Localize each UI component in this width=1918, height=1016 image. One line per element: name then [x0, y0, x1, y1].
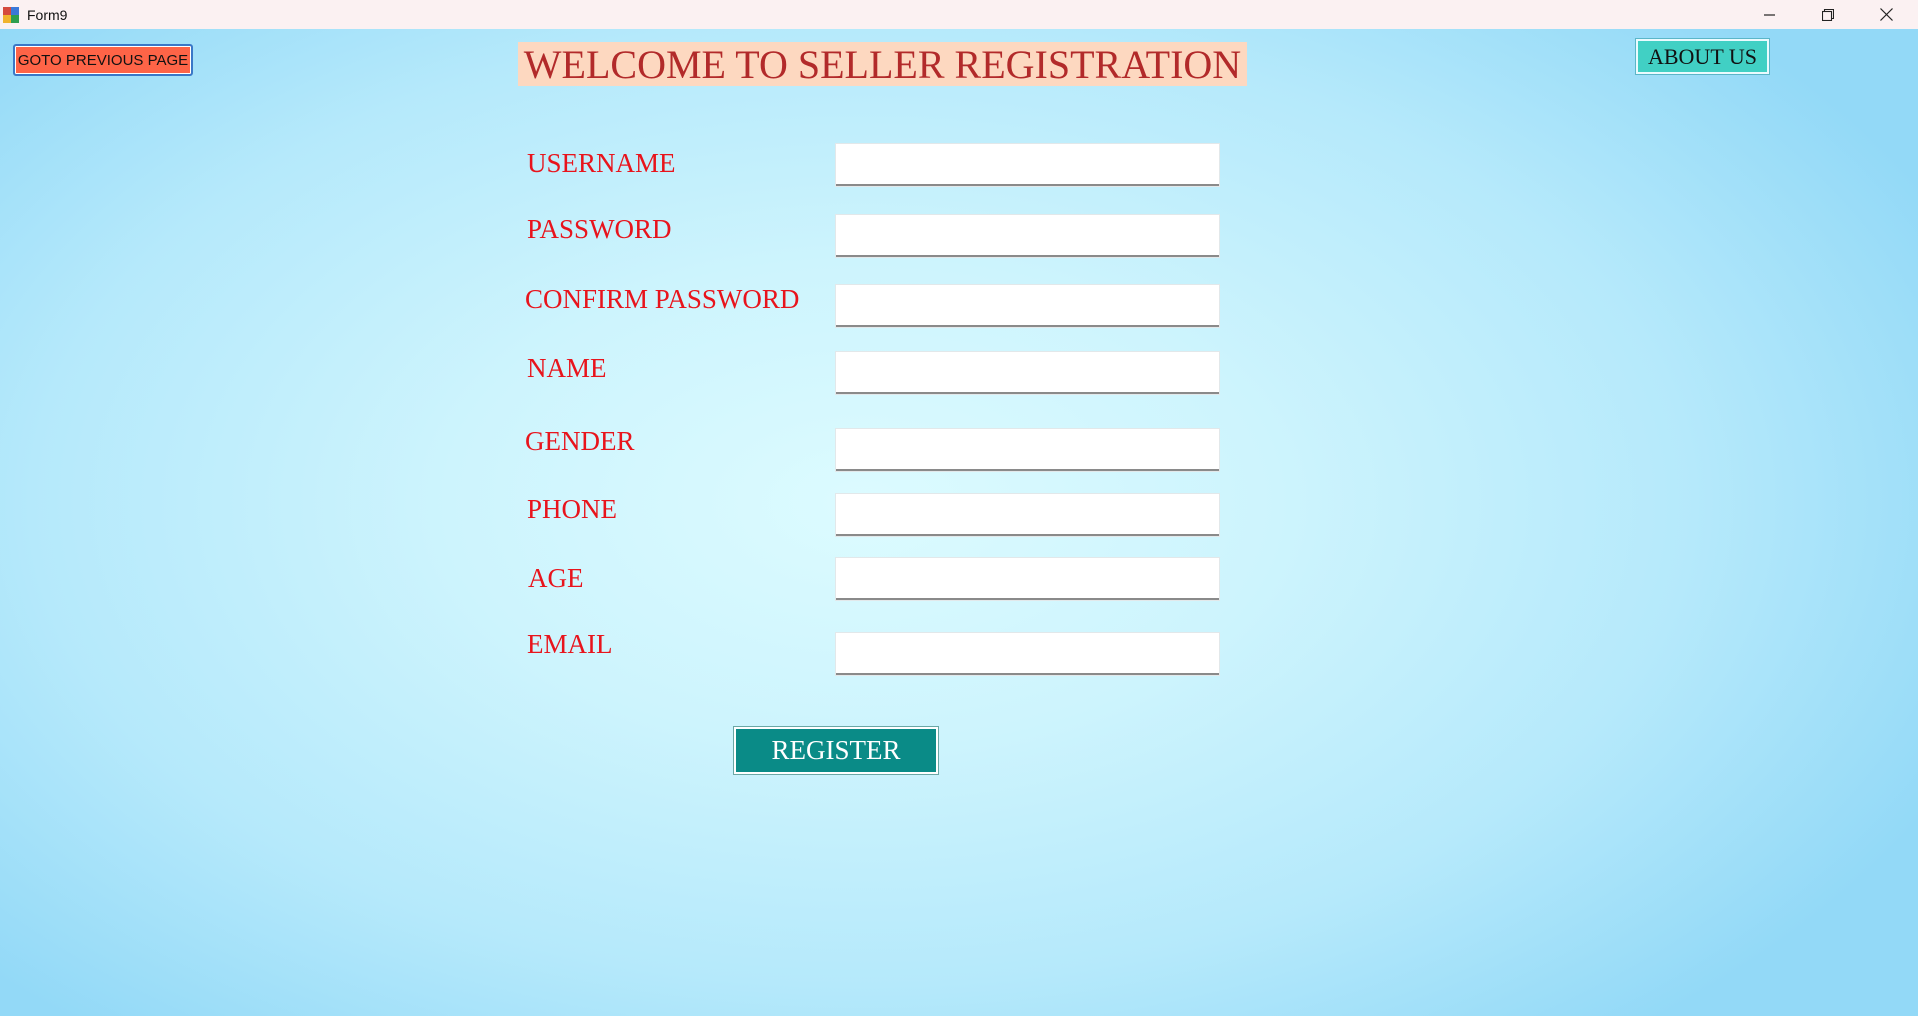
confirm-password-label: CONFIRM PASSWORD — [525, 284, 800, 314]
username-label: USERNAME — [527, 148, 676, 178]
about-us-button[interactable]: ABOUT US — [1635, 38, 1770, 75]
name-label: NAME — [527, 353, 607, 383]
phone-label: PHONE — [527, 494, 618, 524]
age-input[interactable] — [836, 558, 1219, 600]
form-client-area: GOTO PREVIOUS PAGE WELCOME TO SELLER REG… — [0, 29, 1918, 1016]
name-input[interactable] — [836, 352, 1219, 394]
gender-input[interactable] — [836, 429, 1219, 471]
username-input[interactable] — [836, 144, 1219, 186]
close-button[interactable] — [1857, 0, 1915, 29]
title-bar: Form9 — [0, 0, 1918, 29]
email-label: EMAIL — [527, 629, 613, 659]
gender-label: GENDER — [525, 426, 635, 456]
password-label: PASSWORD — [527, 214, 672, 244]
register-button[interactable]: REGISTER — [733, 726, 939, 775]
minimize-button[interactable] — [1741, 0, 1799, 29]
window-title: Form9 — [27, 6, 68, 23]
restore-button[interactable] — [1799, 0, 1857, 29]
phone-input[interactable] — [836, 494, 1219, 536]
goto-previous-page-button[interactable]: GOTO PREVIOUS PAGE — [13, 44, 193, 76]
close-icon — [1879, 8, 1893, 21]
email-input[interactable] — [836, 633, 1219, 675]
minimize-icon — [1764, 13, 1775, 16]
confirm-password-input[interactable] — [836, 285, 1219, 327]
restore-icon — [1822, 8, 1834, 21]
age-label: AGE — [528, 563, 584, 593]
password-input[interactable] — [836, 215, 1219, 257]
app-icon — [3, 6, 19, 23]
page-title: WELCOME TO SELLER REGISTRATION — [518, 42, 1247, 87]
